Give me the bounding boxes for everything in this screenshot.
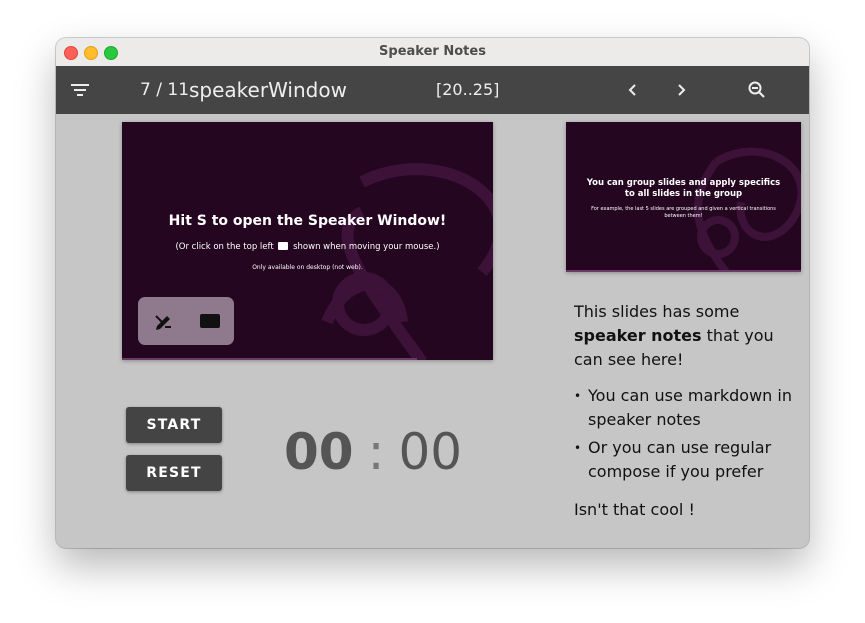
notes-intro: This slides has some speaker notes that … <box>574 300 794 372</box>
title-bar: Speaker Notes <box>56 38 809 67</box>
notes-list: You can use markdown in speaker notes Or… <box>574 384 794 484</box>
slide-subtitle: (Or click on the top left shown when mov… <box>122 242 493 252</box>
slide-progress-bar <box>122 358 417 360</box>
speaker-notes-window: Speaker Notes 7 / 11 speakerWindow [20..… <box>56 38 809 548</box>
subtitle-before: (Or click on the top left <box>175 242 274 252</box>
filter-icon[interactable] <box>68 78 92 102</box>
next-slide-title: You can group slides and apply specifics… <box>586 178 781 199</box>
subtitle-after: shown when moving your mouse.) <box>293 242 440 252</box>
slide-range: [20..25] <box>436 80 500 99</box>
timer: 00:00 <box>284 422 462 482</box>
timer-minutes: 00 <box>284 423 354 481</box>
chevron-right-icon[interactable] <box>669 78 693 102</box>
notes-intro-bold: speaker notes <box>574 326 702 345</box>
whiteboard-icon[interactable] <box>198 309 222 333</box>
slide-title: Hit S to open the Speaker Window! <box>168 213 447 229</box>
reset-button[interactable]: RESET <box>126 455 222 491</box>
speaker-notes-icon <box>278 242 289 250</box>
notes-intro-before: This slides has some <box>574 302 740 321</box>
timer-separator: : <box>367 423 385 481</box>
current-slide-number: 7 <box>140 80 151 100</box>
pencil-icon[interactable] <box>152 309 176 333</box>
window-title: Speaker Notes <box>379 44 486 59</box>
total-slide-count: 11 <box>167 80 190 100</box>
notes-list-item: You can use markdown in speaker notes <box>574 384 794 432</box>
next-slide-progress-bar <box>566 270 801 272</box>
slide-name: speakerWindow <box>189 78 347 102</box>
chevron-left-icon[interactable] <box>621 78 645 102</box>
slide-small-text: Only available on desktop (not web). <box>252 264 363 271</box>
notes-closing: Isn't that cool ! <box>574 500 695 519</box>
start-button[interactable]: START <box>126 407 222 443</box>
timer-seconds: 00 <box>398 423 463 481</box>
toolbar: 7 / 11 speakerWindow [20..25] <box>56 66 809 114</box>
slide-counter: 7 / 11 <box>140 80 190 100</box>
next-slide-preview: You can group slides and apply specifics… <box>566 122 801 272</box>
slide-tools <box>138 297 234 345</box>
speaker-notes: This slides has some speaker notes that … <box>574 300 794 522</box>
current-slide-preview: Hit S to open the Speaker Window! (Or cl… <box>122 122 493 360</box>
notes-list-item: Or you can use regular compose if you pr… <box>574 436 794 484</box>
zoom-out-icon[interactable] <box>745 78 769 102</box>
next-slide-subtitle: For example, the last 5 slides are group… <box>591 206 776 219</box>
